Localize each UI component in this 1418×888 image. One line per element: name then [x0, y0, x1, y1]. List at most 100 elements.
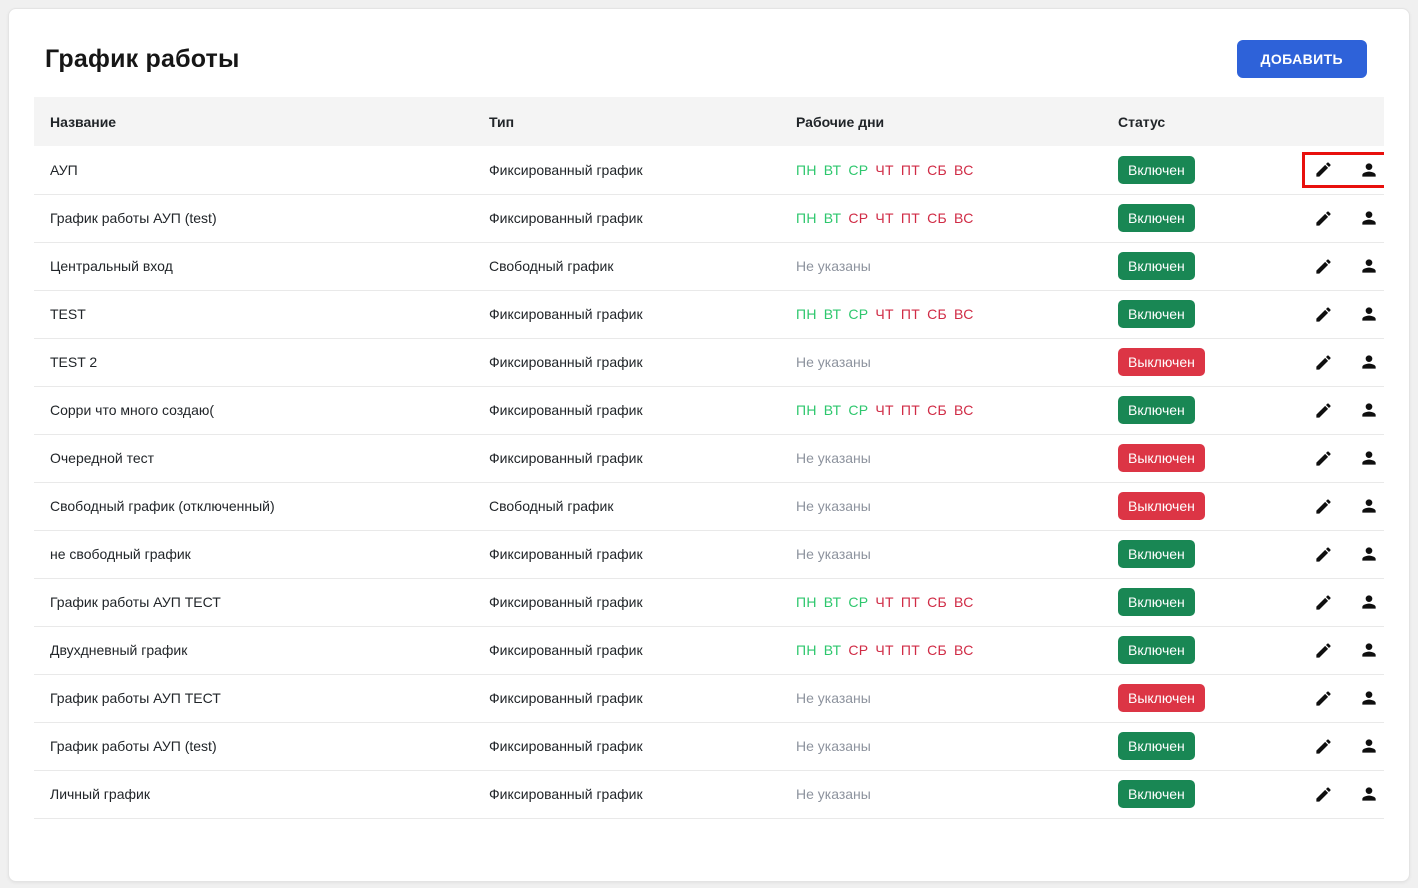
status-cell: Включен: [1102, 770, 1286, 819]
edit-button[interactable]: [1314, 497, 1333, 516]
assign-users-button[interactable]: [1359, 496, 1379, 516]
table-row: не свободный график Фиксированный график Н…: [34, 530, 1384, 579]
edit-button[interactable]: [1314, 593, 1333, 612]
schedule-name: График работы АУП (test): [34, 722, 473, 771]
status-badge: Включен: [1118, 588, 1195, 616]
assign-users-button[interactable]: [1359, 544, 1379, 564]
day-label: ЧТ: [875, 210, 894, 226]
column-header-name: Название: [34, 97, 473, 146]
edit-button[interactable]: [1314, 401, 1333, 420]
assign-users-button[interactable]: [1359, 304, 1379, 324]
status-badge: Включен: [1118, 252, 1195, 280]
schedule-type: Фиксированный график: [473, 194, 780, 243]
day-label: СР: [848, 594, 869, 610]
edit-button[interactable]: [1314, 737, 1333, 756]
actions-cell: [1286, 626, 1384, 675]
edit-button[interactable]: [1314, 257, 1333, 276]
pencil-icon: [1316, 162, 1331, 177]
status-badge: Выключен: [1118, 684, 1205, 712]
schedule-name: График работы АУП ТЕСТ: [34, 578, 473, 627]
assign-users-button[interactable]: [1359, 736, 1379, 756]
day-label: ПТ: [900, 402, 921, 418]
edit-button[interactable]: [1314, 545, 1333, 564]
assign-users-button[interactable]: [1359, 400, 1379, 420]
days-not-specified: Не указаны: [796, 258, 871, 274]
assign-users-button[interactable]: [1359, 448, 1379, 468]
actions-group: [1302, 776, 1384, 812]
person-icon: [1362, 307, 1376, 321]
day-label: ВС: [954, 306, 974, 322]
day-label: ЧТ: [875, 306, 894, 322]
assign-users-button[interactable]: [1359, 640, 1379, 660]
table-row: АУП Фиксированный график ПН ВТ СР ЧТ ПТ СБ ВС Вкл…: [34, 146, 1384, 195]
schedule-name: Сорри что много создаю(: [34, 386, 473, 435]
assign-users-button[interactable]: [1359, 352, 1379, 372]
working-days: Не указаны: [780, 722, 1102, 771]
day-label: СБ: [927, 306, 948, 322]
day-label: ВС: [954, 402, 974, 418]
edit-button[interactable]: [1314, 449, 1333, 468]
pencil-icon: [1316, 450, 1331, 466]
day-label: ВТ: [823, 402, 842, 418]
pencil-icon: [1316, 642, 1331, 658]
pencil-icon: [1316, 354, 1331, 370]
edit-button[interactable]: [1314, 785, 1333, 804]
person-icon: [1362, 355, 1376, 369]
assign-users-button[interactable]: [1359, 592, 1379, 612]
status-cell: Выключен: [1102, 434, 1286, 483]
edit-button[interactable]: [1314, 353, 1333, 372]
assign-users-button[interactable]: [1359, 208, 1379, 228]
pencil-icon: [1316, 306, 1331, 322]
actions-group: [1302, 392, 1384, 428]
edit-button[interactable]: [1314, 689, 1333, 708]
status-cell: Выключен: [1102, 338, 1286, 387]
edit-button[interactable]: [1314, 209, 1333, 228]
edit-button[interactable]: [1314, 305, 1333, 324]
assign-users-button[interactable]: [1359, 256, 1379, 276]
actions-group: [1302, 248, 1384, 284]
day-label: ПТ: [900, 210, 921, 226]
schedule-name: Двухдневный график: [34, 626, 473, 675]
person-icon: [1362, 691, 1376, 705]
actions-cell: [1286, 386, 1384, 435]
schedule-type: Фиксированный график: [473, 434, 780, 483]
pencil-icon: [1316, 258, 1331, 274]
actions-cell: [1286, 770, 1384, 819]
days-not-specified: Не указаны: [796, 450, 871, 466]
status-badge: Включен: [1118, 300, 1195, 328]
person-icon: [1362, 595, 1376, 609]
add-button[interactable]: ДОБАВИТЬ: [1236, 40, 1367, 78]
column-header-actions: [1286, 97, 1384, 146]
status-cell: Включен: [1102, 722, 1286, 771]
day-label: СР: [848, 210, 869, 226]
status-badge: Включен: [1118, 540, 1195, 568]
table-row: График работы АУП (test) Фиксированный гр…: [34, 194, 1384, 243]
status-badge: Выключен: [1118, 348, 1205, 376]
assign-users-button[interactable]: [1359, 784, 1379, 804]
table-row: Центральный вход Свободный график Не указа…: [34, 242, 1384, 291]
actions-cell: [1286, 338, 1384, 387]
status-badge: Включен: [1118, 396, 1195, 424]
schedule-type: Фиксированный график: [473, 578, 780, 627]
pencil-icon: [1316, 210, 1331, 226]
status-cell: Включен: [1102, 146, 1286, 195]
working-days: Не указаны: [780, 770, 1102, 819]
pencil-icon: [1316, 594, 1331, 610]
table-row: TEST 2 Фиксированный график Не указаны Выкл…: [34, 338, 1384, 387]
table-header-row: Название Тип Рабочие дни Статус: [34, 97, 1384, 146]
actions-cell: [1286, 242, 1384, 291]
actions-cell: [1286, 722, 1384, 771]
actions-cell: [1286, 482, 1384, 531]
status-cell: Выключен: [1102, 674, 1286, 723]
schedules-card: График работы ДОБАВИТЬ Название Тип Рабо…: [8, 8, 1410, 882]
edit-button[interactable]: [1314, 641, 1333, 660]
person-icon: [1362, 259, 1376, 273]
assign-users-button[interactable]: [1359, 160, 1379, 180]
schedule-type: Фиксированный график: [473, 626, 780, 675]
pencil-icon: [1316, 786, 1331, 802]
assign-users-button[interactable]: [1359, 688, 1379, 708]
day-label: ПТ: [900, 642, 921, 658]
day-label: ВТ: [823, 161, 842, 178]
edit-button[interactable]: [1314, 160, 1333, 179]
table-row: Сорри что много создаю(Фиксированный гра…: [34, 386, 1384, 435]
